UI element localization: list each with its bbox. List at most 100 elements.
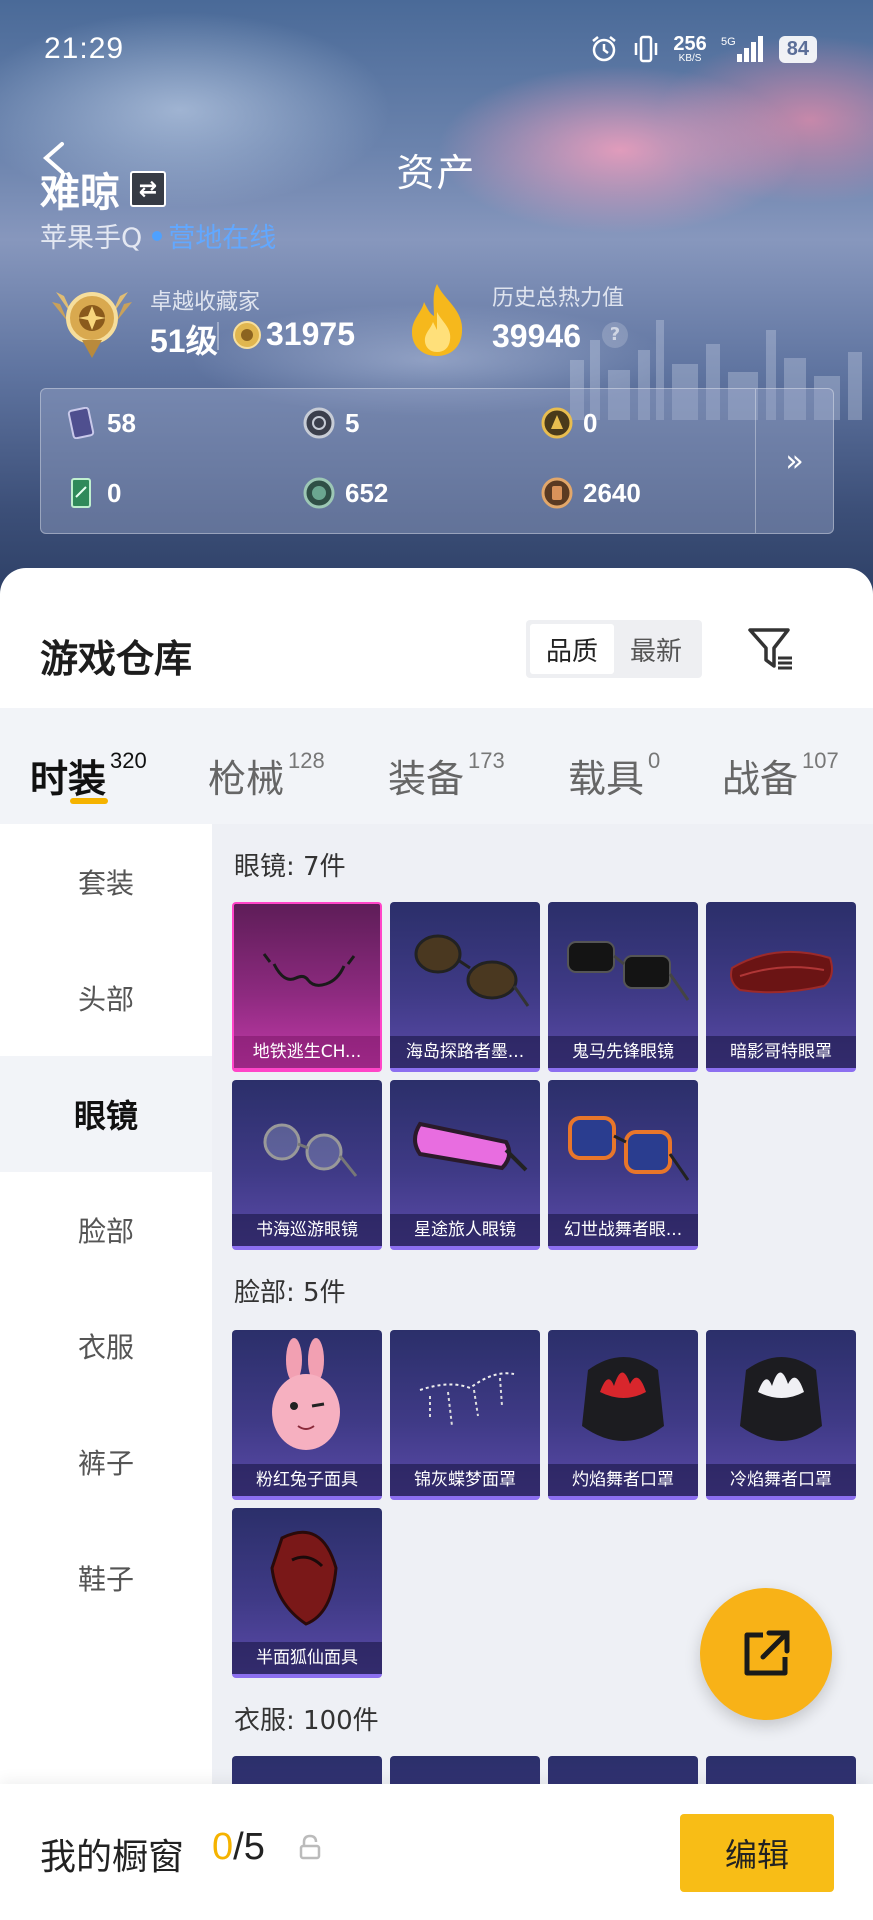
item-card[interactable]: 半面狐仙面具 <box>232 1508 382 1678</box>
item-name: 书海巡游眼镜 <box>232 1214 382 1246</box>
item-card[interactable]: 书海巡游眼镜 <box>232 1080 382 1250</box>
item-card[interactable]: 海岛探路者墨... <box>390 902 540 1072</box>
network-speed-unit: KB/S <box>678 53 702 64</box>
item-name: 灼焰舞者口罩 <box>548 1464 698 1496</box>
warehouse-title: 游戏仓库 <box>40 637 193 681</box>
purple-card-icon <box>67 407 95 439</box>
switch-account-icon[interactable]: ⇄ <box>130 171 166 207</box>
sidebar-item-pants[interactable]: 裤子 <box>0 1404 212 1520</box>
tab-label: 时装 <box>30 757 107 801</box>
sidebar-item-shoes[interactable]: 鞋子 <box>0 1520 212 1636</box>
eye-mask-icon <box>730 950 833 994</box>
status-bar: 21:29 256 KB/S 5G 84 <box>0 0 873 100</box>
tab-count: 173 <box>468 748 505 774</box>
active-tab-indicator <box>70 798 108 804</box>
points-coin-icon <box>233 321 261 349</box>
green-card-icon <box>71 478 91 508</box>
silver-token-icon <box>303 407 335 439</box>
chain-mask-icon <box>419 1372 515 1427</box>
section-title-face: 脸部: 5件 <box>234 1278 346 1308</box>
item-card[interactable]: 幻世战舞者眼... <box>548 1080 698 1250</box>
username: 难晾 <box>40 170 120 216</box>
item-card[interactable]: 灼焰舞者口罩 <box>548 1330 698 1500</box>
filter-icon[interactable] <box>746 624 796 674</box>
sidebar-item-suits[interactable]: 套装 <box>0 824 212 940</box>
rank-divider <box>217 322 219 350</box>
signal-icon: 5G <box>721 36 763 62</box>
item-card[interactable]: 暗影哥特眼罩 <box>706 902 856 1072</box>
help-icon[interactable]: ? <box>602 322 628 348</box>
tab-equipment[interactable]: 装备 173 <box>388 748 505 803</box>
item-card[interactable]: 星途旅人眼镜 <box>390 1080 540 1250</box>
username-row: 难晾 ⇄ <box>40 160 166 218</box>
item-name: 星途旅人眼镜 <box>390 1214 540 1246</box>
sort-newest-button[interactable]: 最新 <box>614 624 698 674</box>
sort-toggle: 品质 最新 <box>526 620 702 678</box>
fox-mask-icon <box>270 1530 338 1626</box>
item-name: 半面狐仙面具 <box>232 1642 382 1674</box>
rank-level: 51级 <box>150 323 218 359</box>
more-currencies-button[interactable]: » <box>755 389 833 533</box>
tab-fashion[interactable]: 时装 320 <box>30 748 147 803</box>
tab-label: 战备 <box>722 757 799 801</box>
item-card[interactable]: 粉红兔子面具 <box>232 1330 382 1500</box>
sidebar-item-glasses[interactable]: 眼镜 <box>0 1056 212 1172</box>
glasses-thin-icon <box>262 953 356 987</box>
tinted-glasses-icon <box>568 1116 690 1181</box>
online-dot-icon <box>152 230 163 241</box>
item-grid-panel: 眼镜: 7件 地铁逃生CH... 海岛探路者墨... 鬼马先锋眼镜 暗影哥特眼罩… <box>212 824 873 1920</box>
tab-count: 107 <box>802 748 839 774</box>
bronze-coin-icon <box>541 477 573 509</box>
currency-item: 2640 <box>541 477 641 509</box>
sidebar-item-head[interactable]: 头部 <box>0 940 212 1056</box>
tab-count: 320 <box>110 748 147 774</box>
share-button[interactable] <box>700 1588 832 1720</box>
currency-value: 0 <box>583 407 598 438</box>
tab-supplies[interactable]: 战备 107 <box>722 748 839 803</box>
item-name: 冷焰舞者口罩 <box>706 1464 856 1496</box>
currency-panel[interactable]: 58 5 0 0 652 2640 » <box>40 388 834 534</box>
warehouse-sheet: 游戏仓库 品质 最新 时装 320 枪械 128 装备 173 载具 0 战备 107 套… <box>0 568 873 1920</box>
sidebar-item-clothes[interactable]: 衣服 <box>0 1288 212 1404</box>
sidebar: 套装 头部 眼镜 脸部 衣服 裤子 鞋子 <box>0 824 212 1920</box>
section-title-clothes: 衣服: 100件 <box>234 1706 379 1736</box>
svg-text:5G: 5G <box>721 36 736 48</box>
tab-label: 装备 <box>388 757 465 801</box>
currency-item: 652 <box>303 477 388 509</box>
showcase-bar: 我的橱窗 0/5 编辑 <box>0 1784 873 1920</box>
tab-count: 128 <box>288 748 325 774</box>
item-card[interactable]: 鬼马先锋眼镜 <box>548 902 698 1072</box>
item-name: 地铁逃生CH... <box>234 1036 380 1068</box>
currency-value: 2640 <box>583 477 641 508</box>
heat-value: 39946 <box>492 318 581 354</box>
category-tabs: 时装 320 枪械 128 装备 173 载具 0 战备 107 <box>0 708 873 824</box>
currency-value: 5 <box>345 407 360 438</box>
rank-badge-icon <box>52 292 132 358</box>
sidebar-item-face[interactable]: 脸部 <box>0 1172 212 1288</box>
sunglasses-icon <box>567 941 690 1001</box>
round-glasses-icon <box>263 1123 358 1177</box>
edit-button[interactable]: 编辑 <box>680 1814 834 1892</box>
tab-count: 0 <box>648 748 661 774</box>
item-card[interactable]: 冷焰舞者口罩 <box>706 1330 856 1500</box>
showcase-count-separator: / <box>233 1826 244 1868</box>
tab-vehicles[interactable]: 载具 0 <box>568 748 660 803</box>
flame-mask-icon <box>582 1357 664 1441</box>
currency-value: 0 <box>107 477 122 508</box>
sort-quality-button[interactable]: 品质 <box>530 624 614 674</box>
tab-label: 载具 <box>568 757 645 801</box>
showcase-count: 0/5 <box>212 1826 265 1869</box>
item-card[interactable]: 锦灰蝶梦面罩 <box>390 1330 540 1500</box>
collector-points: 31975 <box>266 316 355 352</box>
item-name: 海岛探路者墨... <box>390 1036 540 1068</box>
item-name: 鬼马先锋眼镜 <box>548 1036 698 1068</box>
item-name: 粉红兔子面具 <box>232 1464 382 1496</box>
item-card[interactable]: 地铁逃生CH... <box>232 902 382 1072</box>
tab-guns[interactable]: 枪械 128 <box>208 748 325 803</box>
battery-indicator: 84 <box>778 35 817 63</box>
showcase-count-current: 0 <box>212 1826 234 1868</box>
alarm-icon <box>592 36 617 62</box>
status-time: 21:29 <box>44 32 125 65</box>
tab-label: 枪械 <box>208 757 285 801</box>
currency-item: 0 <box>541 407 597 439</box>
